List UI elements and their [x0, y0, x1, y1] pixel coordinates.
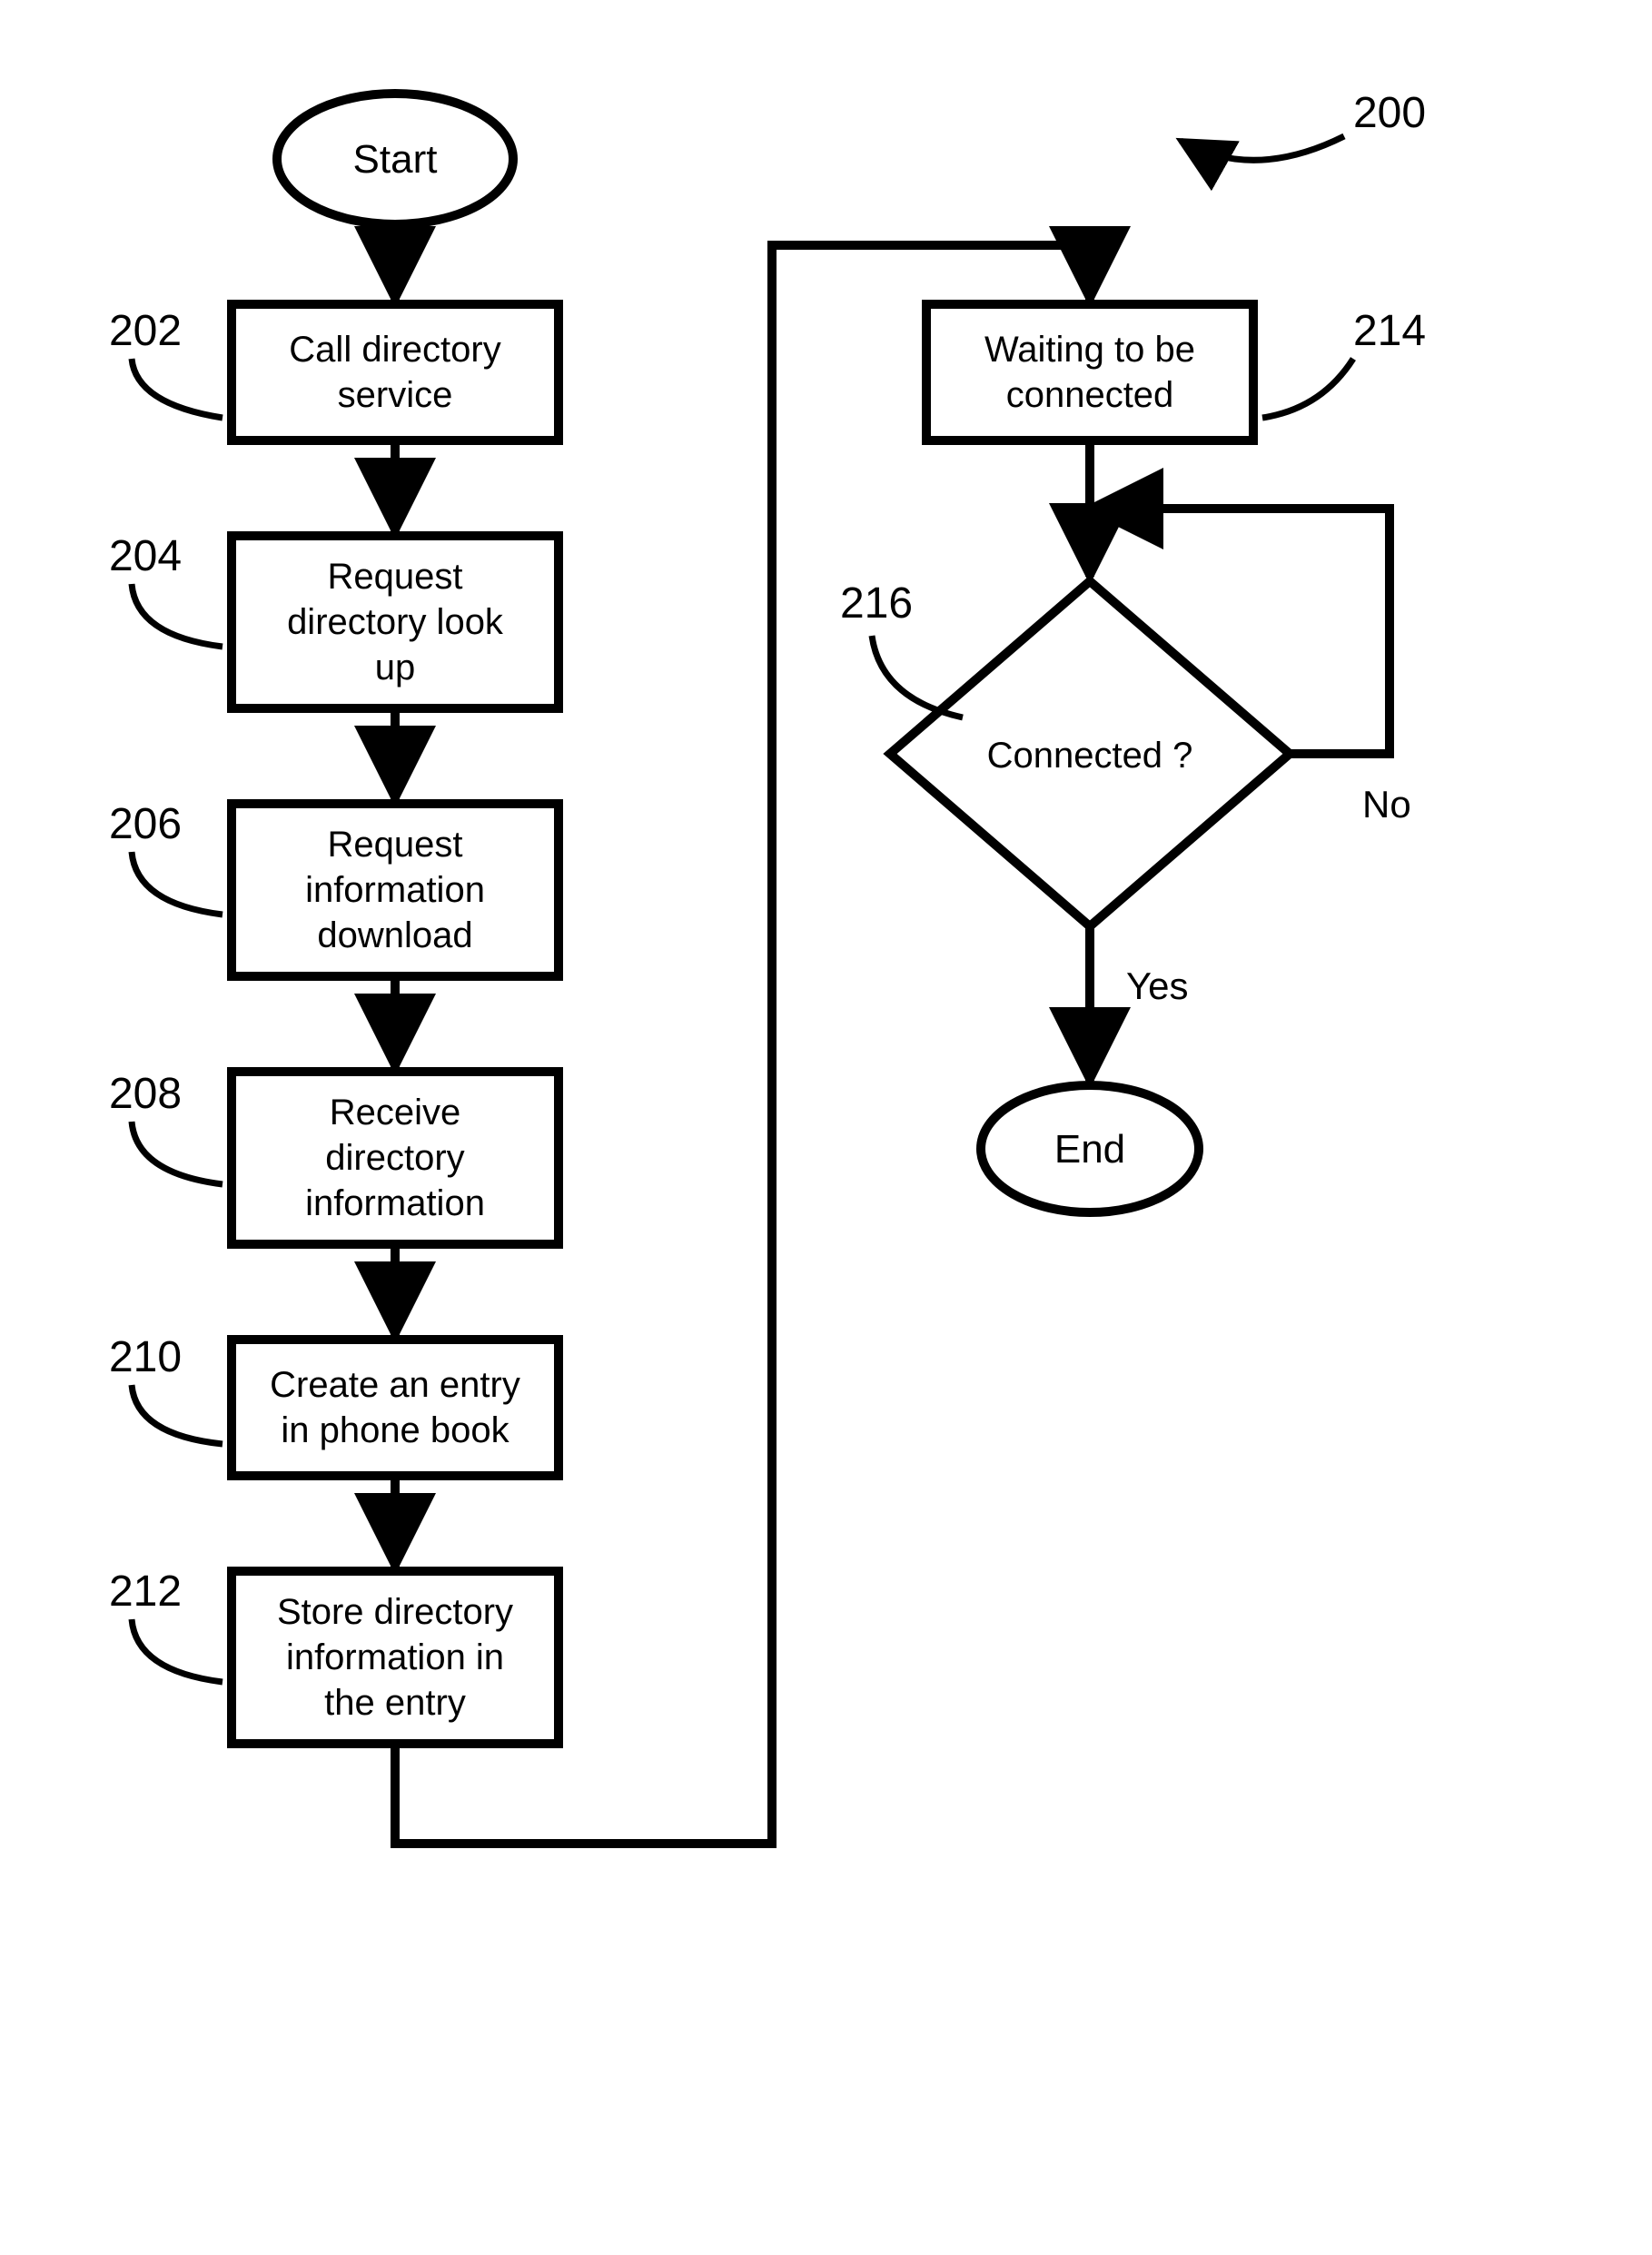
svg-text:the entry: the entry — [324, 1683, 466, 1723]
node-214: Waiting to be connected — [926, 304, 1253, 440]
svg-text:Call directory: Call directory — [289, 330, 500, 370]
svg-text:Connected ?: Connected ? — [987, 736, 1193, 776]
svg-text:Receive: Receive — [330, 1093, 461, 1132]
svg-text:in phone book: in phone book — [281, 1410, 509, 1450]
svg-text:Store directory: Store directory — [277, 1592, 513, 1632]
svg-text:directory: directory — [325, 1138, 464, 1178]
svg-text:information: information — [305, 870, 485, 910]
svg-text:service: service — [338, 375, 453, 415]
svg-text:information: information — [305, 1183, 485, 1223]
end-node: End — [981, 1085, 1199, 1212]
node-202: Call directory service — [232, 304, 559, 440]
ref-204: 204 — [109, 532, 182, 580]
start-label: Start — [353, 137, 438, 182]
node-204: Request directory look up — [232, 536, 559, 708]
edge-yes-label: Yes — [1126, 964, 1189, 1007]
ref-206: 206 — [109, 800, 182, 848]
flowchart: Start Call directory service 202 Request… — [0, 0, 1652, 2255]
ref-216: 216 — [840, 579, 913, 628]
svg-text:Waiting to be: Waiting to be — [984, 330, 1195, 370]
ref-208: 208 — [109, 1070, 182, 1118]
leader-206 — [132, 852, 223, 915]
ref-202: 202 — [109, 307, 182, 355]
svg-text:download: download — [317, 915, 472, 955]
ref-214: 214 — [1353, 307, 1426, 355]
leader-210 — [132, 1385, 223, 1444]
end-label: End — [1054, 1127, 1125, 1172]
leader-204 — [132, 584, 223, 647]
svg-text:connected: connected — [1006, 375, 1174, 415]
ref-212: 212 — [109, 1568, 182, 1616]
node-208: Receive directory information — [232, 1072, 559, 1244]
start-node: Start — [277, 94, 513, 224]
node-210: Create an entry in phone book — [232, 1340, 559, 1476]
leader-diagram-id — [1181, 136, 1344, 160]
node-212: Store directory information in the entry — [232, 1571, 559, 1744]
leader-212 — [132, 1619, 223, 1682]
edge-no-label: No — [1362, 783, 1411, 826]
leader-214 — [1262, 359, 1353, 418]
node-206: Request information download — [232, 804, 559, 976]
svg-text:Request: Request — [328, 557, 463, 597]
leader-208 — [132, 1122, 223, 1184]
ref-210: 210 — [109, 1333, 182, 1381]
leader-202 — [132, 359, 223, 418]
svg-text:directory look: directory look — [287, 602, 504, 642]
diagram-id: 200 — [1353, 89, 1426, 137]
node-216: Connected ? — [890, 581, 1290, 926]
svg-text:information in: information in — [286, 1637, 504, 1677]
svg-text:Create an entry: Create an entry — [270, 1365, 520, 1405]
svg-text:Request: Request — [328, 825, 463, 865]
svg-text:up: up — [375, 648, 416, 687]
